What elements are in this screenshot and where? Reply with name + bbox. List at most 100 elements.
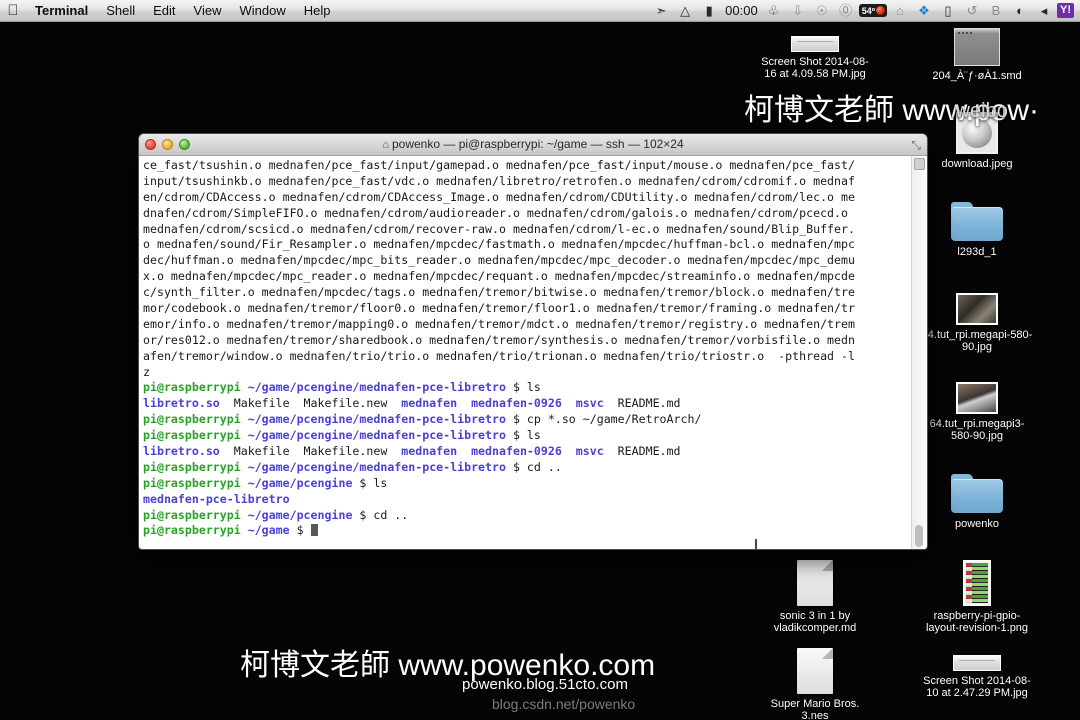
desktop-icon-l293d-1-folder[interactable]: l293d_1 xyxy=(918,200,1036,258)
desktop-icon-super-mario-bros-3-nes-file[interactable]: Super Mario Bros. 3.nes xyxy=(756,648,874,720)
desktop-icon-screenshot-2014-08-16[interactable]: Screen Shot 2014-08-16 at 4.09.58 PM.jpg xyxy=(756,36,874,80)
folder-icon xyxy=(951,200,1003,242)
terminal-span: emor/info.o mednafen/tremor/mapping0.o m… xyxy=(143,316,855,331)
desktop-icon-tut-rpi-megapi-image[interactable]: 64.tut_rpi.megapi-580-90.jpg xyxy=(918,293,1036,353)
terminal-span: $ xyxy=(289,523,311,538)
zoom-button[interactable] xyxy=(179,139,190,150)
terminal-span xyxy=(241,508,248,522)
terminal-span: ~/game/pcengine/mednafen-pce-libretro xyxy=(247,380,506,395)
terminal-span xyxy=(562,396,576,410)
desktop-icon-label: Super Mario Bros. 3.nes xyxy=(770,698,860,720)
fullscreen-icon[interactable]: ⤡ xyxy=(911,134,921,156)
home-icon: ⌂ xyxy=(382,139,389,151)
terminal-span: pi@raspberrypi xyxy=(143,380,241,395)
terminal-line: en/cdrom/CDAccess.o mednafen/cdrom/CDAcc… xyxy=(143,190,927,206)
menu-item-help[interactable]: Help xyxy=(295,1,340,21)
terminal-span: mednafen-0926 xyxy=(471,396,562,411)
menu-item-edit[interactable]: Edit xyxy=(144,1,184,21)
terminal-span: libretro.so xyxy=(143,444,220,459)
google-drive-icon[interactable]: △ xyxy=(674,1,696,21)
terminal-span: $ cp *.so ~/game/RetroArch/ xyxy=(505,412,702,427)
close-button[interactable] xyxy=(145,139,156,150)
menu-bar-left:  Terminal Shell Edit View Window Help xyxy=(0,1,340,21)
terminal-span: ce_fast/tsushin.o mednafen/pce_fast/inpu… xyxy=(143,158,855,172)
terminal-span xyxy=(241,412,248,426)
terminal-span: ~/game/pcengine/mednafen-pce-libretro xyxy=(247,459,506,474)
volume-icon[interactable]: ◂ xyxy=(1033,1,1055,21)
terminal-title: ⌂ powenko — pi@raspberrypi: ~/game — ssh … xyxy=(139,134,927,156)
terminal-span: dec/huffman.o mednafen/mpcdec/mpc_bits_r… xyxy=(143,253,855,268)
evernote-elephant-icon[interactable]: ♧ xyxy=(763,1,785,21)
dropbox-icon[interactable]: ❖ xyxy=(913,1,935,21)
desktop-icon-label: 64.tut_rpi.megapi-580-90.jpg xyxy=(921,329,1033,353)
terminal-line: libretro.so Makefile Makefile.new mednaf… xyxy=(143,444,927,460)
scrollbar-top-marker[interactable] xyxy=(913,158,925,170)
desktop-icon-label: Screen Shot 2014-08-10 at 2.47.29 PM.jpg xyxy=(923,675,1031,699)
desktop-icon-raspberry-pi-gpio-layout-png[interactable]: raspberry-pi-gpio-layout-revision-1.png xyxy=(918,560,1036,634)
yahoo-messenger-icon[interactable]: Y! xyxy=(1057,3,1074,18)
desktop-icon-powenko-folder[interactable]: powenko xyxy=(918,472,1036,530)
menu-bar:  Terminal Shell Edit View Window Help ➣… xyxy=(0,0,1080,22)
desktop-icon-label: powenko xyxy=(954,518,1000,530)
terminal-span: mednafen xyxy=(401,444,458,459)
terminal-span: mednafen-pce-libretro xyxy=(143,491,290,506)
terminal-span: $ cd .. xyxy=(505,459,562,474)
desktop-icon-204-smd-file[interactable]: 204_À¨ƒ·øÀ1.smd xyxy=(918,28,1036,82)
menu-clock[interactable]: 00:00 xyxy=(722,3,761,18)
scrollbar-thumb[interactable] xyxy=(915,525,923,547)
window-traffic-lights xyxy=(145,139,190,150)
screenshot-thumbnail-icon xyxy=(953,655,1001,671)
terminal-span: ~/game/pcengine xyxy=(247,475,353,490)
terminal-window[interactable]: ⌂ powenko — pi@raspberrypi: ~/game — ssh … xyxy=(138,133,928,550)
wifi-icon[interactable]: ◐ xyxy=(1009,1,1031,21)
desktop-icon-download-jpeg[interactable]: download.jpeg xyxy=(918,112,1036,170)
terminal-line: pi@raspberrypi ~/game/pcengine/mednafen-… xyxy=(143,460,927,476)
terminal-line: pi@raspberrypi ~/game/pcengine/mednafen-… xyxy=(143,412,927,428)
gpio-diagram-icon xyxy=(963,560,991,606)
terminal-line: or/res012.o mednafen/tremor/sharedbook.o… xyxy=(143,333,927,349)
creative-cloud-icon[interactable]: ⓪ xyxy=(835,1,857,21)
terminal-title-text: powenko — pi@raspberrypi: ~/game — ssh —… xyxy=(391,137,684,151)
terminal-span xyxy=(457,444,471,458)
image-thumbnail-icon xyxy=(956,293,998,325)
terminal-span: $ ls xyxy=(505,428,541,443)
desktop-icon-screenshot-2014-08-10[interactable]: Screen Shot 2014-08-10 at 2.47.29 PM.jpg xyxy=(918,655,1036,699)
download-arrow-icon[interactable]: ⇩ xyxy=(787,1,809,21)
fast-forward-icon[interactable]: ➣ xyxy=(650,1,672,21)
terminal-span xyxy=(241,476,248,490)
minimize-button[interactable] xyxy=(162,139,173,150)
terminal-line: pi@raspberrypi ~/game/pcengine/mednafen-… xyxy=(143,428,927,444)
menu-item-shell[interactable]: Shell xyxy=(97,1,144,21)
bluetooth-icon[interactable]: B xyxy=(985,1,1007,21)
weather-status-badge[interactable]: 54º xyxy=(858,4,887,17)
desktop-icon-label: sonic 3 in 1 by vladikcomper.md xyxy=(773,610,857,634)
time-machine-icon[interactable]: ↺ xyxy=(961,1,983,21)
video-capture-icon[interactable]: ▮ xyxy=(698,1,720,21)
apple-menu-icon[interactable]:  xyxy=(0,1,26,21)
terminal-output: ce_fast/tsushin.o mednafen/pce_fast/inpu… xyxy=(141,158,927,539)
terminal-span: mednafen/cdrom/scsicd.o mednafen/cdrom/r… xyxy=(143,221,855,236)
terminal-line: mednafen-pce-libretro xyxy=(143,492,927,508)
menu-item-window[interactable]: Window xyxy=(231,1,295,21)
terminal-body[interactable]: ce_fast/tsushin.o mednafen/pce_fast/inpu… xyxy=(139,156,927,549)
menu-item-view[interactable]: View xyxy=(185,1,231,21)
terminal-scrollbar[interactable] xyxy=(911,156,926,549)
desktop-icon-tut-rpi-megapi3-image[interactable]: 64.tut_rpi.megapi3-580-90.jpg xyxy=(918,382,1036,442)
image-thumbnail-icon xyxy=(956,382,998,414)
terminal-cursor xyxy=(310,524,318,537)
terminal-line: pi@raspberrypi ~/game/pcengine/mednafen-… xyxy=(143,380,927,396)
terminal-span: or/res012.o mednafen/tremor/sharedbook.o… xyxy=(143,332,855,347)
menu-item-terminal[interactable]: Terminal xyxy=(26,1,97,21)
terminal-span: afen/tremor/window.o mednafen/trio/trio.… xyxy=(143,348,855,363)
house-icon[interactable]: ⌂ xyxy=(889,1,911,21)
terminal-span: pi@raspberrypi xyxy=(143,428,241,443)
terminal-span: ~/game/pcengine/mednafen-pce-libretro xyxy=(247,412,506,427)
desktop-icon-label: Screen Shot 2014-08-16 at 4.09.58 PM.jpg xyxy=(761,56,869,80)
airplay-icon[interactable]: ▯ xyxy=(937,1,959,21)
terminal-title-bar[interactable]: ⌂ powenko — pi@raspberrypi: ~/game — ssh … xyxy=(139,134,927,156)
terminal-span: README.md xyxy=(603,396,681,411)
terminal-span: dnafen/cdrom/SimpleFIFO.o mednafen/cdrom… xyxy=(143,205,848,220)
terminal-line: c/synth_filter.o mednafen/mpcdec/tags.o … xyxy=(143,285,927,301)
desktop-icon-sonic-3-in-1-md-file[interactable]: sonic 3 in 1 by vladikcomper.md xyxy=(756,560,874,634)
bell-icon[interactable]: ☉ xyxy=(811,1,833,21)
